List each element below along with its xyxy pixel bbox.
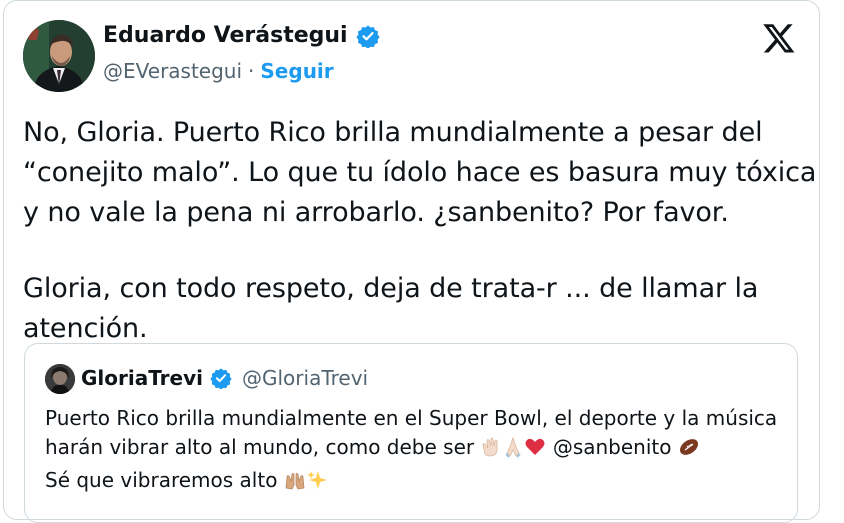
quoted-author-name[interactable]: GloriaTrevi	[81, 366, 203, 390]
sparkles-icon	[306, 469, 328, 499]
folded-hands-icon	[502, 436, 524, 466]
x-logo-icon[interactable]	[762, 21, 796, 55]
quoted-tweet[interactable]: GloriaTrevi @GloriaTrevi Puerto Rico bri…	[24, 343, 798, 523]
separator-dot: ·	[248, 59, 255, 83]
follow-button[interactable]: Seguir	[260, 59, 333, 83]
tweet-line: “conejito malo”. Lo que tu ídolo hace es…	[23, 157, 817, 188]
quoted-line: harán vibrar alto al mundo, como debe se…	[45, 433, 785, 466]
verified-badge-icon	[355, 24, 380, 49]
red-heart-icon	[524, 436, 546, 466]
author-name[interactable]: Eduardo Verástegui	[103, 23, 348, 48]
quoted-line: Puerto Rico brilla mundialmente en el Su…	[45, 406, 778, 430]
tweet-line: Gloria, con todo respeto, deja de trata-…	[23, 273, 759, 304]
tweet-line: No, Gloria. Puerto Rico brilla mundialme…	[23, 117, 763, 148]
quoted-author-handle[interactable]: @GloriaTrevi	[242, 366, 368, 390]
american-football-icon	[678, 436, 700, 466]
raising-hands-icon	[284, 469, 306, 499]
quoted-tweet-text: Puerto Rico brilla mundialmente en el Su…	[45, 404, 785, 499]
clapping-hands-icon	[480, 436, 502, 466]
tweet-text: No, Gloria. Puerto Rico brilla mundialme…	[23, 113, 817, 349]
tweet-line: y no vale la pena ni arrobarlo. ¿sanbeni…	[23, 197, 729, 228]
quoted-line: Sé que vibraremos alto	[45, 466, 785, 499]
verified-badge-icon	[210, 367, 232, 390]
tweet-card: Eduardo Verástegui @EVerastegui · Seguir…	[3, 0, 820, 523]
quoted-author-avatar[interactable]	[45, 364, 75, 394]
author-handle[interactable]: @EVerastegui	[103, 59, 242, 83]
author-avatar[interactable]	[23, 20, 95, 92]
